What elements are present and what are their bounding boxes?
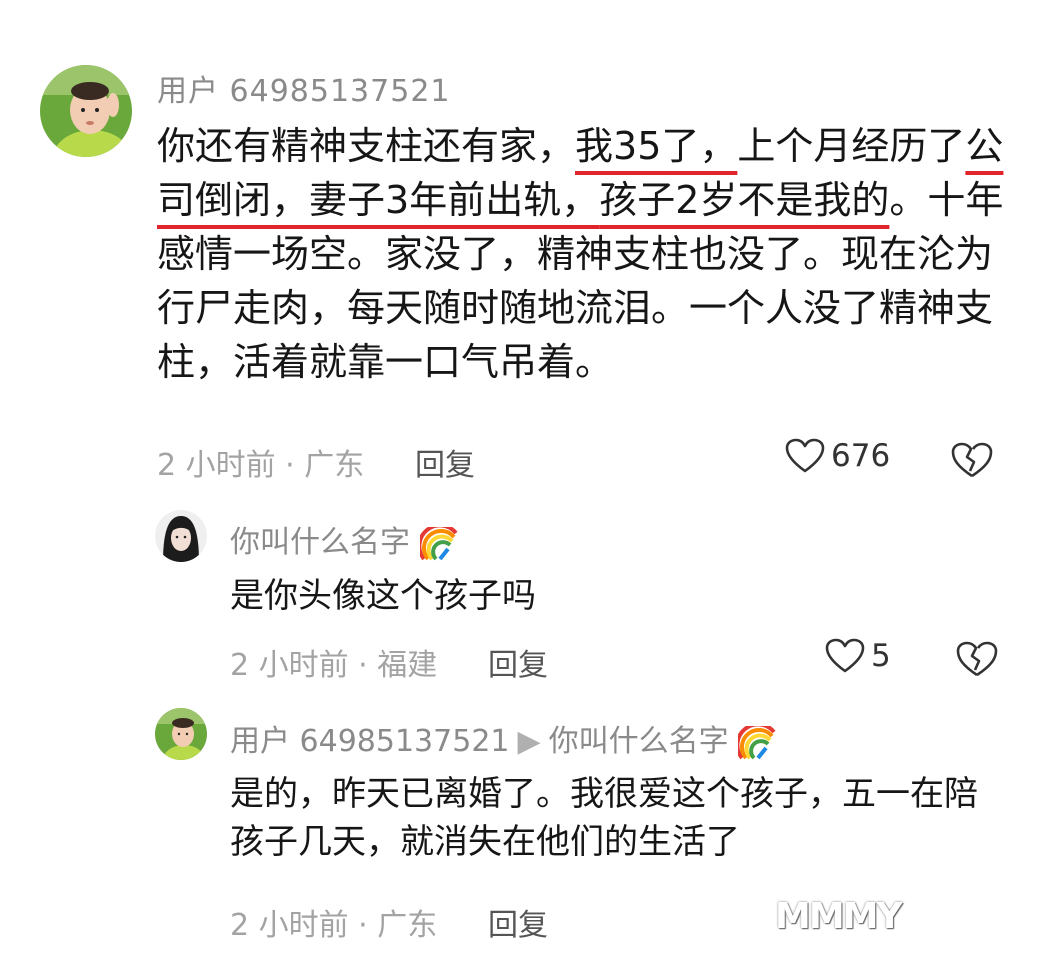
girl-portrait-avatar-icon [155,510,207,562]
reply-button[interactable]: 回复 [488,640,548,684]
broken-heart-icon [951,442,993,478]
username-text: 你叫什么名字 [230,525,410,560]
like-count: 676 [831,438,891,474]
like-button[interactable]: 5 [825,638,891,674]
dislike-button[interactable] [955,640,999,682]
heart-outline-icon [785,438,825,473]
underlined-segment: 孩子2岁不是我的 [599,177,890,222]
comment-text: 你还有精神支柱还有家，我35了，上个月经历了公司倒闭，妻子3年前出轨，孩子2岁不… [157,120,1007,390]
underlined-segment: 我35了， [575,124,738,168]
text-segment: 你还有精神支柱还有家， [157,124,576,168]
watermark: MMMY [775,896,903,937]
like-count: 5 [871,638,891,674]
reply-button[interactable]: 回复 [415,440,475,484]
username[interactable]: 你叫什么名字 [230,517,460,561]
broken-heart-icon [956,641,998,677]
avatar[interactable] [155,510,207,562]
dislike-button[interactable] [950,441,994,483]
rainbow-emoji-icon [419,526,458,560]
comment-meta: 2 小时前 · 广东 [230,908,438,943]
reply-button[interactable]: 回复 [488,900,548,944]
reply-to-name[interactable]: 你叫什么名字 [549,724,729,759]
username[interactable]: 用户 64985137521 [157,66,451,110]
comment-text: 是的，昨天已离婚了。我很爱这个孩子，五一在陪孩子几天，就消失在他们的生活了 [230,774,978,863]
child-photo-avatar-icon [40,65,132,157]
child-photo-avatar-icon [155,708,207,760]
underlined-segment: 妻子3年前出轨， [309,177,600,222]
text-segment: 上个月经历了 [737,124,966,168]
comment-text: 是你头像这个孩子吗 [230,576,536,616]
username-text: 用户 64985137521 [230,724,510,759]
heart-outline-icon [825,638,865,673]
username[interactable]: 用户 64985137521 ▶ 你叫什么名字 [230,716,778,760]
reply-arrow-icon: ▶ [517,724,541,759]
rainbow-emoji-icon [738,725,776,759]
comment-meta: 2 小时前 · 福建 [230,648,438,683]
avatar[interactable] [40,65,132,157]
like-button[interactable]: 676 [785,438,890,474]
comment-meta: 2 小时前 · 广东 [157,448,365,483]
avatar[interactable] [155,708,207,760]
